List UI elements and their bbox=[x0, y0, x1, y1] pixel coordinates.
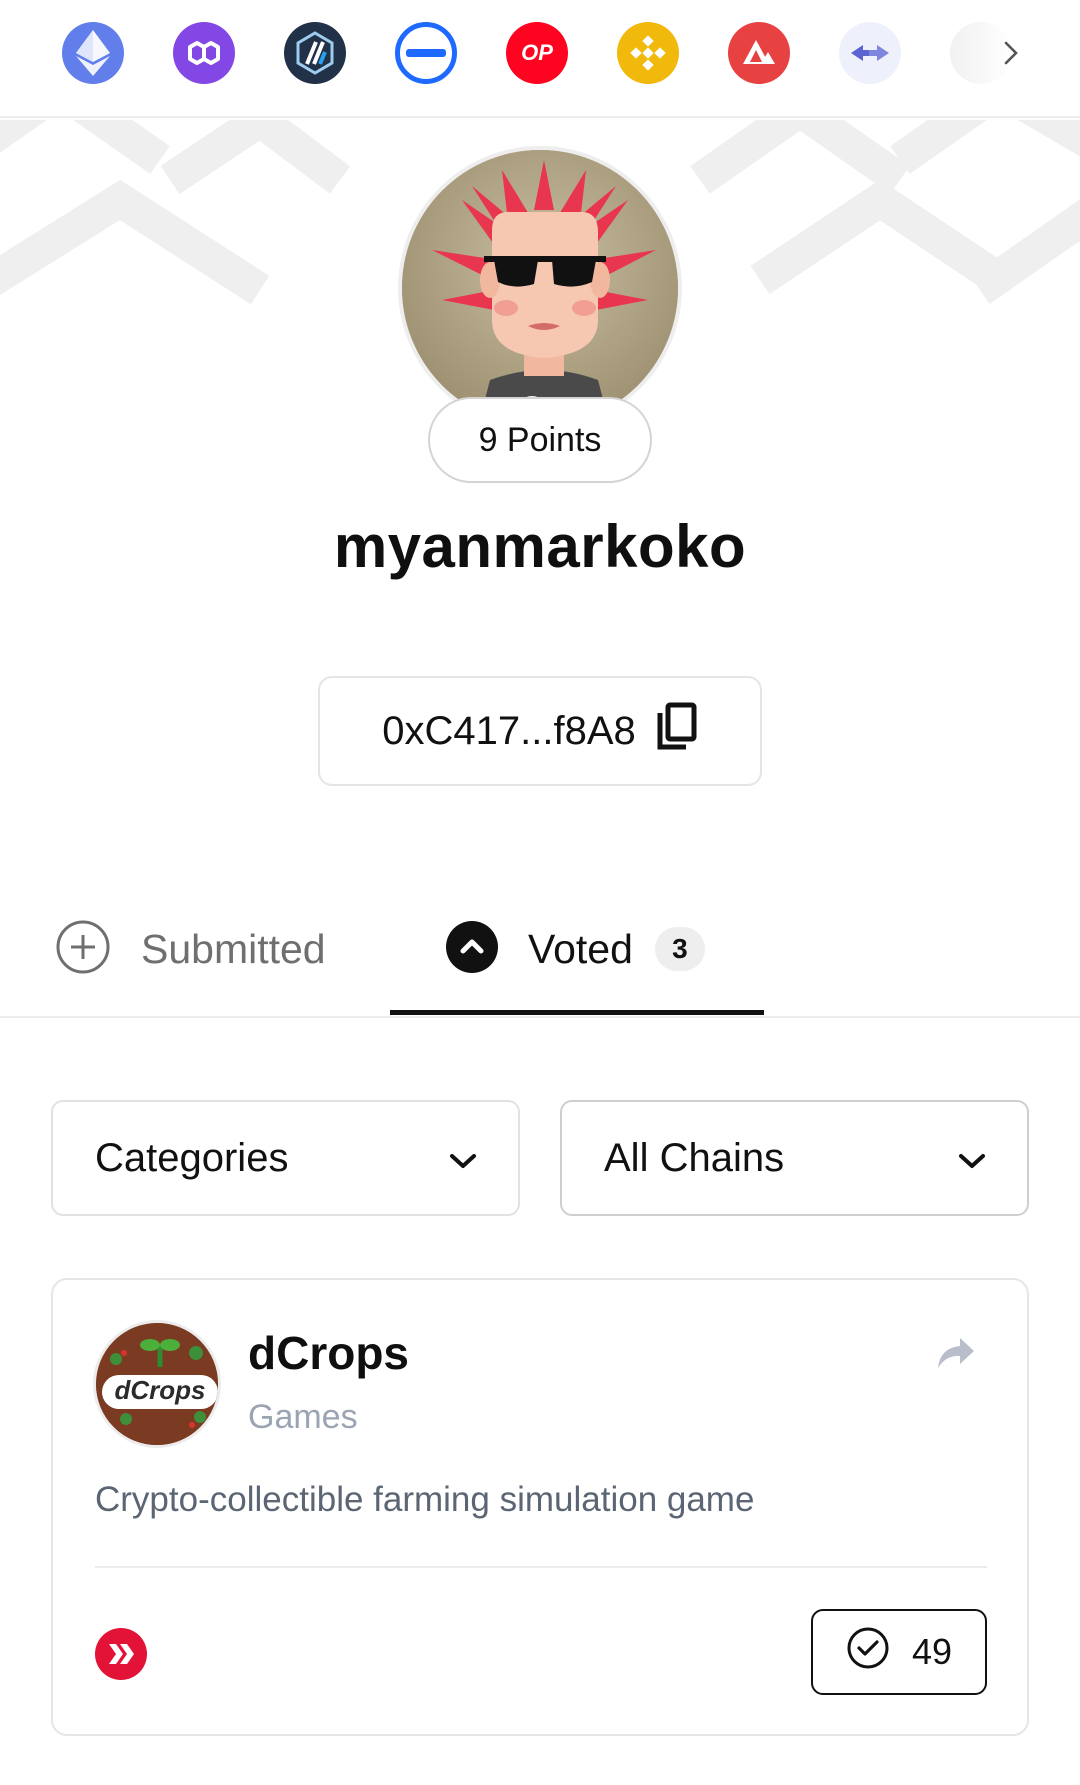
profile-username: myanmarkoko bbox=[333, 513, 747, 580]
tab-voted[interactable]: Voted 3 bbox=[446, 880, 705, 1018]
wallet-address-button[interactable]: 0xC417...f8A8 bbox=[318, 676, 762, 786]
tab-voted-label: Voted bbox=[528, 925, 633, 972]
active-tab-indicator bbox=[390, 1010, 764, 1015]
vote-button[interactable]: 49 bbox=[811, 1609, 987, 1695]
categories-label: Categories bbox=[95, 1135, 289, 1180]
check-circle-icon bbox=[846, 1626, 890, 1679]
categories-dropdown[interactable]: Categories bbox=[51, 1100, 520, 1216]
share-icon[interactable] bbox=[933, 1332, 979, 1374]
chevron-down-icon bbox=[957, 1136, 987, 1181]
project-category: Games bbox=[248, 1398, 358, 1436]
optimism-label: OP bbox=[521, 40, 553, 65]
zksync-chain-icon[interactable] bbox=[395, 22, 457, 84]
card-divider bbox=[95, 1566, 987, 1568]
bridge-chain-icon[interactable] bbox=[839, 22, 901, 84]
chevron-down-icon bbox=[448, 1136, 478, 1181]
copy-icon[interactable] bbox=[654, 701, 698, 761]
chains-label: All Chains bbox=[604, 1135, 785, 1180]
tab-submitted-label: Submitted bbox=[141, 925, 326, 972]
hive-chain-icon bbox=[95, 1628, 147, 1680]
tab-submitted[interactable]: Submitted bbox=[55, 880, 326, 1018]
project-logo-text: dCrops bbox=[114, 1375, 206, 1405]
chevron-up-circle-icon bbox=[446, 920, 498, 978]
chains-dropdown[interactable]: All Chains bbox=[560, 1100, 1029, 1216]
avalanche-chain-icon[interactable] bbox=[728, 22, 790, 84]
vote-count: 49 bbox=[911, 1631, 953, 1672]
project-logo: dCrops bbox=[93, 1320, 221, 1448]
project-name[interactable]: dCrops bbox=[248, 1326, 409, 1380]
polygon-chain-icon[interactable] bbox=[173, 22, 235, 84]
arbitrum-chain-icon[interactable] bbox=[284, 22, 346, 84]
points-badge: 9 Points bbox=[428, 397, 652, 483]
project-card[interactable]: dCrops dCrops Games Crypto-collectible f… bbox=[51, 1278, 1029, 1736]
points-label: 9 Points bbox=[478, 420, 602, 459]
chain-filter-bar: OP bbox=[0, 0, 1080, 118]
chevron-right-icon[interactable] bbox=[996, 34, 1026, 72]
project-description: Crypto-collectible farming simulation ga… bbox=[95, 1480, 755, 1519]
profile-tabs: Submitted Voted 3 bbox=[0, 880, 1080, 1018]
optimism-chain-icon[interactable]: OP bbox=[506, 22, 568, 84]
wallet-address: 0xC417...f8A8 bbox=[382, 708, 636, 753]
bnb-chain-icon[interactable] bbox=[617, 22, 679, 84]
plus-circle-icon bbox=[55, 919, 111, 980]
ethereum-chain-icon[interactable] bbox=[62, 22, 124, 84]
voted-count-badge: 3 bbox=[654, 927, 705, 971]
profile-avatar bbox=[398, 146, 682, 430]
